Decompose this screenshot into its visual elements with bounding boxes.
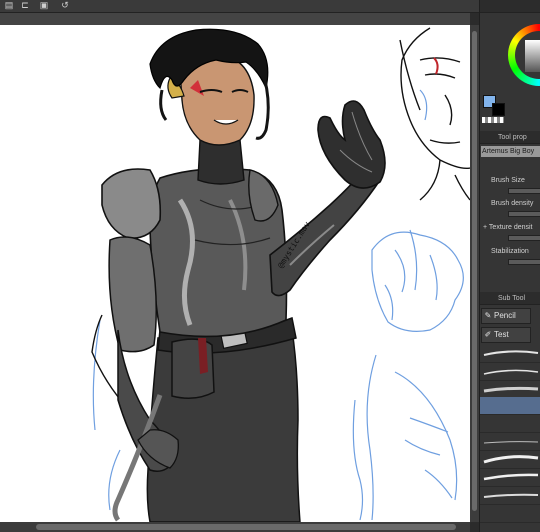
horizontal-scrollbar[interactable]: [0, 522, 470, 532]
save-icon[interactable]: ▣: [37, 0, 51, 11]
brush-preset-6[interactable]: [480, 433, 540, 451]
stabilization-label: Stabilization: [491, 248, 529, 255]
drawing-canvas[interactable]: @mystic.mav: [0, 25, 470, 522]
stabilization-slider[interactable]: [508, 259, 540, 265]
vertical-scrollbar[interactable]: [470, 25, 479, 522]
expand-icon[interactable]: +: [483, 224, 487, 231]
pencil-tool-button[interactable]: ✎ Pencil: [481, 308, 531, 324]
color-saturation-square[interactable]: [525, 40, 540, 72]
brush-preset-8[interactable]: [480, 469, 540, 487]
ink-sketch: [399, 27, 470, 201]
canvas-tab-strip: [0, 13, 470, 25]
brush-size-slider[interactable]: [508, 188, 540, 194]
pencil-icon: ✎: [484, 311, 492, 320]
texture-density-label: + Texture densit: [483, 224, 533, 231]
color-panel-header: [480, 0, 540, 13]
brush-preset-1[interactable]: [480, 345, 540, 363]
brush-size-label: Brush Size: [491, 177, 525, 184]
sub-tool-title: Sub Tool: [498, 295, 526, 302]
undo-history-icon[interactable]: ↺: [58, 0, 72, 11]
brush-name: Artemus Big Boy: [481, 146, 540, 157]
brush-preset-10[interactable]: [480, 505, 540, 523]
top-toolbar: ▤ ⊏ ▣ ↺: [0, 0, 480, 13]
brush-preset-2[interactable]: [480, 363, 540, 381]
sub-color-swatch[interactable]: [492, 103, 505, 116]
brush-preset-9[interactable]: [480, 487, 540, 505]
brush-preset-selected[interactable]: [480, 397, 540, 415]
layer-icon[interactable]: ▤: [2, 0, 16, 11]
tool-property-title: Tool prop: [498, 134, 527, 141]
figure-hand: [317, 100, 386, 189]
brush-preset-7[interactable]: [480, 451, 540, 469]
ruler-icon[interactable]: ⊏: [18, 0, 32, 11]
brush-density-label: Brush density: [491, 200, 534, 207]
test-tool-button[interactable]: ✐ Test: [481, 327, 531, 343]
right-panel: Tool prop Artemus Big Boy Brush Size Bru…: [479, 0, 540, 532]
texture-density-slider[interactable]: [508, 235, 540, 241]
brush-density-slider[interactable]: [508, 211, 540, 217]
brush-preset-5[interactable]: [480, 415, 540, 433]
brush-icon: ✐: [484, 330, 492, 339]
artwork: [91, 27, 470, 522]
figure-pants: [146, 329, 301, 522]
transparent-color-swatch[interactable]: [482, 117, 504, 123]
